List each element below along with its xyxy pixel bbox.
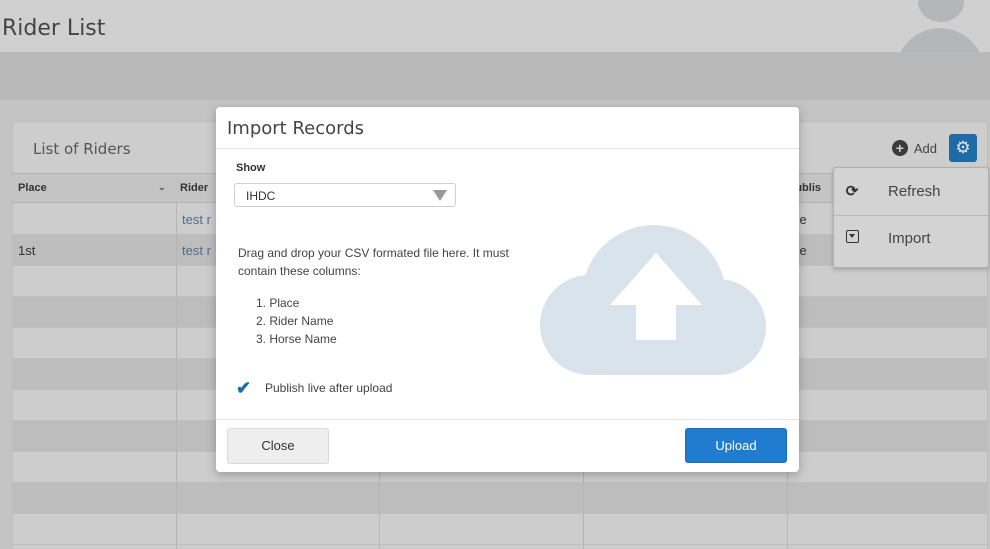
close-button[interactable]: Close bbox=[227, 428, 329, 464]
list-item: 2. Rider Name bbox=[256, 314, 334, 328]
table-row-empty bbox=[12, 483, 988, 514]
upload-instructions: Drag and drop your CSV formated file her… bbox=[238, 246, 509, 278]
publish-live-label: Publish live after upload bbox=[265, 381, 393, 395]
publish-live-option[interactable]: ✔ Publish live after upload bbox=[236, 379, 392, 397]
cell-rider-link[interactable]: test r bbox=[182, 212, 211, 227]
show-label: Show bbox=[236, 162, 266, 174]
cell-place: 1st bbox=[18, 243, 36, 258]
settings-button[interactable]: ⚙ bbox=[949, 134, 977, 162]
menu-item-label: Import bbox=[888, 230, 931, 247]
add-button[interactable]: + Add bbox=[891, 140, 937, 156]
chevron-down-icon[interactable]: ⌄ bbox=[158, 182, 166, 193]
import-records-modal: Import Records Show IHDC Drag and drop y… bbox=[216, 107, 799, 472]
publish-live-checkbox[interactable]: ✔ bbox=[236, 379, 254, 397]
avatar-body-icon bbox=[896, 28, 984, 54]
refresh-icon: ⟳ bbox=[845, 183, 859, 200]
menu-item-label: Refresh bbox=[888, 182, 941, 200]
list-item: 1. Place bbox=[256, 296, 300, 310]
import-icon bbox=[844, 230, 860, 247]
table-row-empty bbox=[12, 514, 988, 545]
modal-title: Import Records bbox=[227, 118, 365, 139]
modal-header: Import Records bbox=[216, 107, 799, 149]
cell-rider-link[interactable]: test r bbox=[182, 243, 211, 258]
page-header: Rider List bbox=[0, 0, 990, 54]
modal-footer: Close Upload bbox=[216, 419, 799, 472]
column-header-place[interactable]: Place bbox=[18, 182, 47, 194]
menu-item-refresh[interactable]: ⟳ Refresh bbox=[834, 168, 988, 214]
cloud-upload-icon[interactable] bbox=[534, 225, 766, 375]
caret-down-icon bbox=[433, 190, 447, 201]
show-select-value: IHDC bbox=[246, 189, 276, 203]
required-columns-list: 1. Place 2. Rider Name 3. Horse Name bbox=[256, 294, 337, 348]
gear-icon: ⚙ bbox=[955, 138, 971, 157]
panel-title: List of Riders bbox=[33, 140, 131, 158]
panel-toolbar: + Add ⚙ bbox=[891, 134, 977, 162]
settings-dropdown-menu: ⟳ Refresh Import bbox=[833, 167, 989, 268]
avatar[interactable] bbox=[894, 0, 986, 54]
show-select[interactable]: IHDC bbox=[234, 183, 456, 207]
column-divider bbox=[176, 203, 177, 549]
menu-item-import[interactable]: Import bbox=[834, 215, 988, 261]
column-header-rider[interactable]: Rider bbox=[180, 182, 208, 194]
page-title: Rider List bbox=[2, 16, 106, 41]
sub-toolbar bbox=[0, 52, 990, 100]
add-label: Add bbox=[913, 140, 937, 156]
upload-button[interactable]: Upload bbox=[685, 428, 787, 463]
list-item: 3. Horse Name bbox=[256, 332, 337, 346]
avatar-head-icon bbox=[918, 0, 964, 22]
plus-circle-icon: + bbox=[891, 140, 908, 156]
